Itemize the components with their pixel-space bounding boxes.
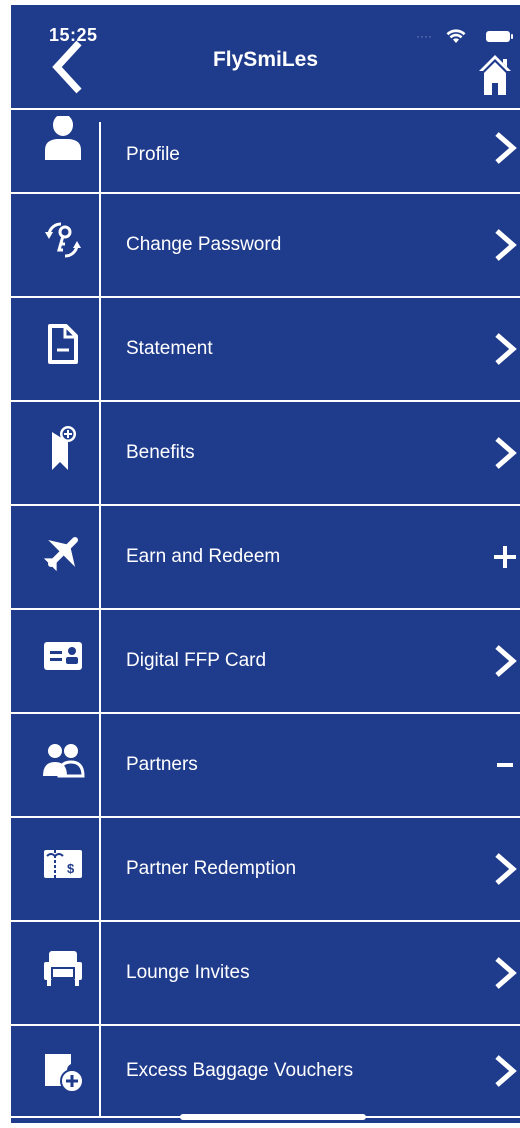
chevron-right-icon [492, 643, 518, 679]
airplane-icon [41, 530, 85, 574]
menu-item-partners[interactable]: Partners [11, 714, 520, 818]
wifi-icon [446, 29, 466, 43]
menu-item-label: Change Password [126, 234, 282, 255]
home-indicator[interactable] [180, 1114, 366, 1120]
svg-text:$: $ [67, 861, 75, 876]
chevron-right-icon [492, 435, 518, 471]
partners-icon [41, 738, 85, 782]
item-divider [99, 818, 101, 920]
menu-item-excess-baggage-vouchers[interactable]: Excess Baggage Vouchers [11, 1026, 520, 1118]
home-icon[interactable] [477, 53, 513, 97]
app-screen: 15:25 ···· FlySmiLes Profile Change Pass… [11, 5, 520, 1123]
status-icons: ···· [400, 29, 513, 43]
ribbon-plus-icon [41, 426, 85, 470]
menu-item-profile[interactable]: Profile [11, 110, 520, 194]
menu-item-digital-ffp-card[interactable]: Digital FFP Card [11, 610, 520, 714]
menu-item-label: Partners [126, 754, 198, 775]
menu-item-label: Earn and Redeem [126, 546, 281, 567]
menu-list: Profile Change Password Statement Benefi… [11, 110, 520, 1118]
menu-item-label: Statement [126, 338, 213, 359]
menu-item-benefits[interactable]: Benefits [11, 402, 520, 506]
item-divider [99, 1026, 101, 1116]
menu-item-statement[interactable]: Statement [11, 298, 520, 402]
person-icon [41, 116, 85, 160]
chevron-right-icon [492, 331, 518, 367]
menu-item-label: Profile [126, 144, 180, 165]
battery-icon [486, 31, 513, 42]
chevron-right-icon [492, 130, 518, 166]
item-divider [99, 298, 101, 400]
menu-item-earn-and-redeem[interactable]: Earn and Redeem [11, 506, 520, 610]
minus-icon [492, 747, 518, 783]
menu-item-partner-redemption[interactable]: $ Partner Redemption [11, 818, 520, 922]
menu-item-label: Benefits [126, 442, 195, 463]
item-divider [99, 714, 101, 816]
page-title: FlySmiLes [212, 48, 319, 71]
item-divider [99, 402, 101, 504]
item-divider [99, 506, 101, 608]
item-divider [99, 922, 101, 1024]
signal-icon: ···· [416, 29, 432, 43]
chevron-right-icon [492, 227, 518, 263]
password-change-icon [41, 218, 85, 262]
menu-item-change-password[interactable]: Change Password [11, 194, 520, 298]
item-divider [99, 194, 101, 296]
chevron-right-icon [492, 1053, 518, 1089]
menu-item-label: Lounge Invites [126, 962, 250, 983]
item-divider [99, 122, 101, 192]
menu-item-label: Excess Baggage Vouchers [126, 1060, 354, 1081]
chevron-right-icon [492, 851, 518, 887]
chevron-right-icon [492, 955, 518, 991]
lounge-chair-icon [41, 946, 85, 990]
menu-item-label: Partner Redemption [126, 858, 297, 879]
item-divider [99, 610, 101, 712]
gift-voucher-icon: $ [41, 842, 85, 886]
document-icon [41, 322, 85, 366]
menu-item-lounge-invites[interactable]: Lounge Invites [11, 922, 520, 1026]
id-card-icon [41, 634, 85, 678]
baggage-voucher-icon [41, 1050, 85, 1094]
plus-icon [492, 539, 518, 575]
menu-item-label: Digital FFP Card [126, 650, 267, 671]
